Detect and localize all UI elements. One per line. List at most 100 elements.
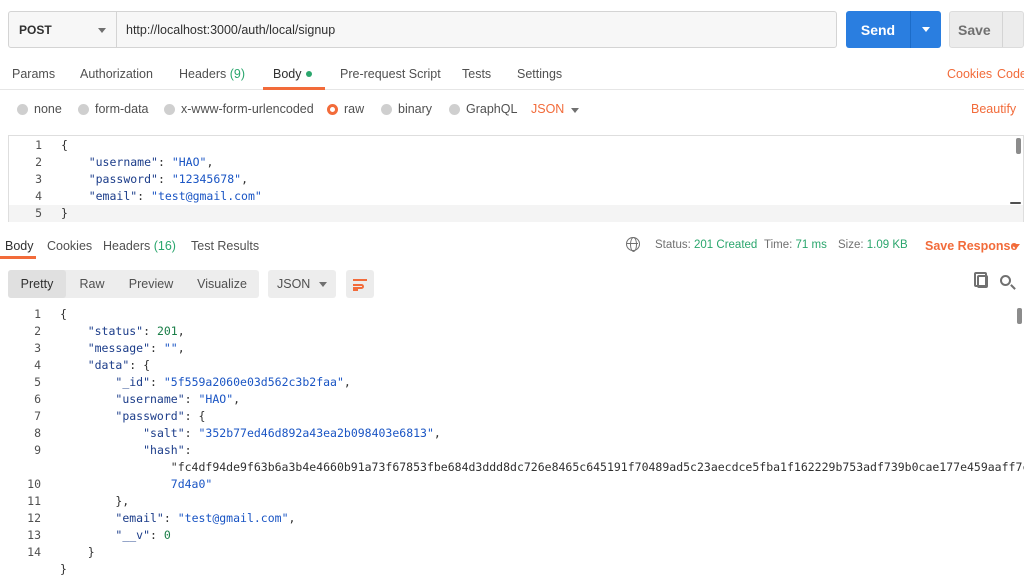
chevron-down-icon[interactable] [1012, 244, 1020, 249]
tab-params[interactable]: Params [12, 67, 55, 81]
size-label: Size: [838, 239, 864, 251]
tab-test-results[interactable]: Test Results [191, 239, 259, 253]
view-raw[interactable]: Raw [68, 270, 116, 298]
scrollbar-thumb[interactable] [1016, 138, 1021, 154]
method-label: POST [19, 22, 52, 37]
view-visualize[interactable]: Visualize [186, 270, 258, 298]
code-text: } [60, 562, 67, 576]
line-number: 7 [34, 409, 41, 423]
chevron-down-icon[interactable] [922, 27, 930, 32]
send-button[interactable]: Send [846, 11, 941, 48]
tab-body[interactable]: Body [273, 67, 312, 81]
globe-icon[interactable] [626, 237, 640, 252]
line-number: 11 [27, 494, 41, 508]
view-pretty[interactable]: Pretty [8, 270, 66, 298]
body-type-options: none form-data x-www-form-urlencoded raw… [0, 96, 1024, 122]
tab-response-headers[interactable]: Headers (16) [103, 239, 176, 253]
code-text: } [61, 206, 68, 220]
divider [910, 11, 911, 48]
radio-x-www-form-urlencoded[interactable]: x-www-form-urlencoded [164, 102, 314, 116]
status-info: Status: 201 Created [655, 239, 757, 251]
code-link[interactable]: Code [997, 67, 1024, 81]
code-text: { [60, 307, 67, 321]
radio-none[interactable]: none [17, 102, 62, 116]
cookies-link[interactable]: Cookies [947, 67, 992, 81]
active-tab-indicator [0, 256, 36, 259]
time-value: 71 ms [795, 239, 827, 251]
code-text: "_id": "5f559a2060e03d562c3b2faa", [115, 375, 351, 389]
code-text: "username": "HAO", [88, 155, 214, 169]
wrap-icon [353, 289, 358, 291]
code-text: "data": { [87, 358, 151, 372]
line-number: 1 [35, 138, 42, 152]
tab-authorization[interactable]: Authorization [80, 67, 153, 81]
time-label: Time: [764, 239, 793, 251]
format-label: JSON [277, 277, 311, 291]
line-number: 5 [35, 206, 42, 220]
chevron-down-icon [319, 282, 327, 287]
code-text: "password": { [115, 409, 206, 423]
wrap-icon [353, 279, 367, 281]
radio-label: none [34, 102, 62, 116]
tab-settings[interactable]: Settings [517, 67, 562, 81]
time-info: Time: 71 ms [764, 239, 827, 251]
wrap-lines-button[interactable] [346, 270, 374, 298]
radio-circle [78, 103, 89, 115]
request-body-editor[interactable]: 1 {2 "username": "HAO", 3 "password": "123… [8, 135, 1024, 222]
line-number: 6 [34, 392, 41, 406]
code-text: 7d4a0" [170, 477, 213, 491]
tab-response-body[interactable]: Body [5, 239, 34, 253]
tab-headers[interactable]: Headers (9) [179, 67, 245, 81]
radio-form-data[interactable]: form-data [78, 102, 149, 116]
headers-count: (9) [229, 67, 246, 81]
response-format-select[interactable]: JSON [268, 270, 336, 298]
radio-label: GraphQL [466, 102, 518, 116]
line-number: 2 [34, 324, 41, 338]
radio-binary[interactable]: binary [381, 102, 432, 116]
radio-circle-selected [327, 103, 338, 115]
beautify-link[interactable]: Beautify [971, 102, 1016, 116]
response-body-viewer[interactable]: 1 {2 "status": 201, 3 "message": "", 4 "dat… [8, 306, 1024, 578]
code-text: "hash": [143, 443, 192, 457]
radio-graphql[interactable]: GraphQL [449, 102, 517, 116]
response-tabs: Body Cookies Headers (16) Test Results S… [0, 232, 1024, 259]
radio-label: form-data [95, 102, 149, 116]
search-icon[interactable] [1000, 275, 1011, 286]
scrollbar-thumb[interactable] [1017, 308, 1022, 324]
url-input[interactable]: http://localhost:3000/auth/local/signup [117, 12, 335, 47]
code-text: "email": "test@gmail.com", [115, 511, 296, 525]
radio-circle [164, 103, 175, 115]
view-preview[interactable]: Preview [118, 270, 184, 298]
save-button[interactable]: Save [949, 11, 1024, 48]
line-number: 2 [35, 155, 42, 169]
request-url-bar: POST http://localhost:3000/auth/local/si… [8, 11, 837, 48]
tab-response-cookies[interactable]: Cookies [47, 239, 92, 253]
method-select[interactable]: POST [9, 12, 117, 47]
view-mode-tabs: Pretty Raw Preview Visualize [8, 270, 259, 298]
radio-label: raw [344, 102, 365, 116]
code-text: "email": "test@gmail.com" [88, 189, 262, 203]
size-info: Size: 1.09 KB [838, 239, 908, 251]
save-response-button[interactable]: Save Response [925, 239, 1017, 253]
code-text: "salt": "352b77ed46d892a43ea2b098403e681… [143, 426, 441, 440]
radio-label: binary [398, 102, 433, 116]
radio-raw[interactable]: raw [327, 102, 364, 116]
active-tab-indicator [263, 87, 325, 90]
divider [1002, 12, 1003, 47]
radio-circle [381, 103, 392, 115]
code-text: "fc4df94de9f63b6a3b4e4660b91a73f67853fbe… [60, 460, 1024, 474]
code-text: { [61, 138, 68, 152]
radio-circle [17, 103, 28, 115]
body-format-select[interactable]: JSON [531, 102, 564, 116]
save-label: Save [958, 21, 991, 38]
line-number: 12 [27, 511, 41, 525]
code-text: "message": "", [87, 341, 185, 355]
code-text: "__v": 0 [115, 528, 171, 542]
copy-icon[interactable] [974, 272, 988, 288]
chevron-down-icon[interactable] [571, 108, 579, 113]
modified-dot-icon [305, 70, 312, 77]
code-text: "password": "12345678", [88, 172, 248, 186]
tab-tests[interactable]: Tests [462, 67, 491, 81]
tab-label: Headers [179, 67, 227, 81]
tab-pre-request-script[interactable]: Pre-request Script [340, 67, 441, 81]
